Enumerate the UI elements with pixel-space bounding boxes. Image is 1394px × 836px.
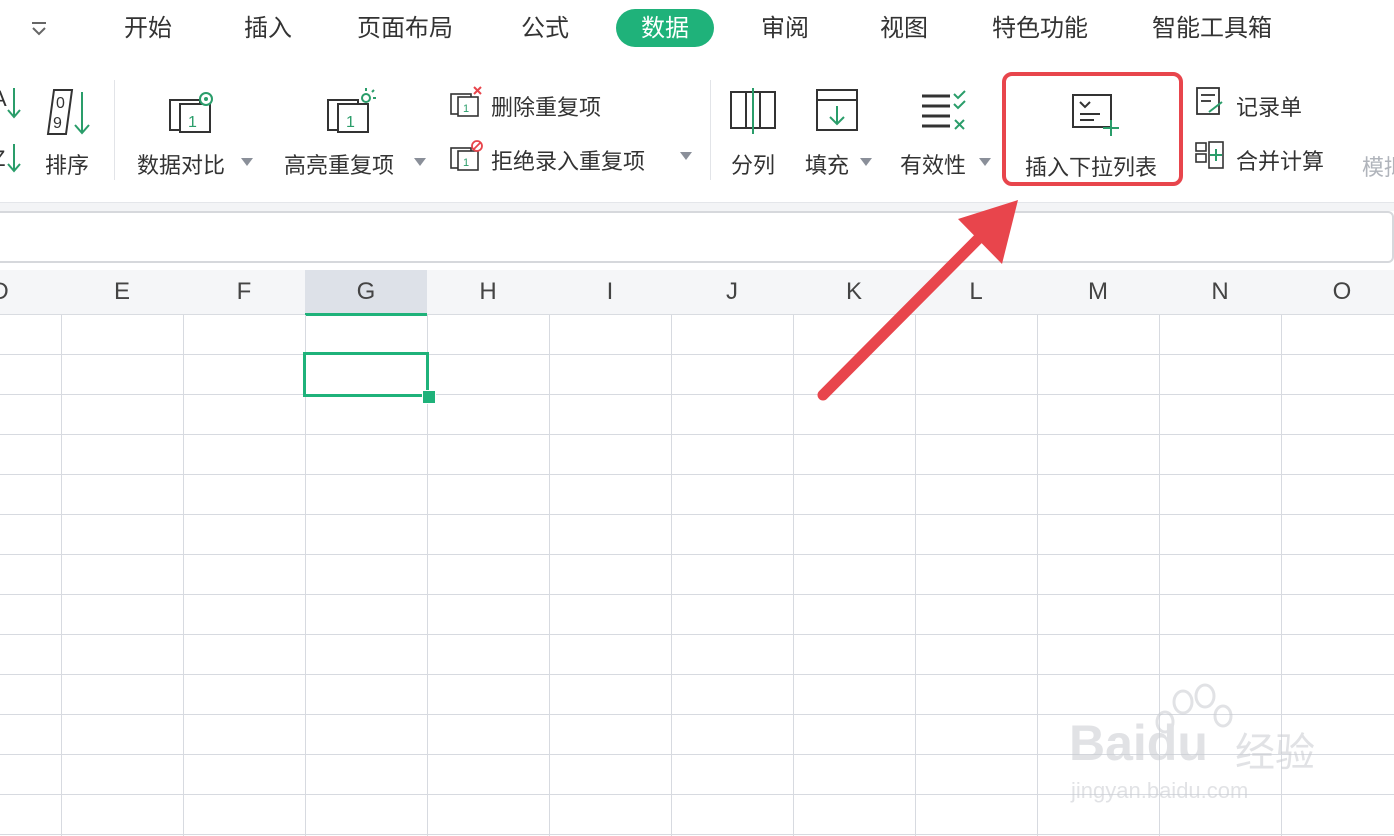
remove-duplicates-label[interactable]: 删除重复项 (491, 90, 601, 122)
column-header-d[interactable]: D (0, 270, 61, 314)
data-compare-dropdown-icon[interactable] (241, 158, 253, 166)
collapse-menu-icon[interactable] (28, 18, 50, 40)
tab-special-features[interactable]: 特色功能 (992, 9, 1088, 47)
validation-label[interactable]: 有效性 (900, 148, 966, 180)
svg-text:1: 1 (463, 157, 469, 169)
baidu-jingyan-watermark: Baidu 经验 jingyan.baidu.com (1065, 680, 1365, 810)
menu-bar: 开始 插入 页面布局 公式 数据 审阅 视图 特色功能 智能工具箱 (0, 0, 1394, 58)
column-header-e[interactable]: E (61, 270, 183, 314)
data-compare-icon[interactable]: 1 (168, 90, 220, 134)
sort-icon-digit-bottom: 9 (53, 115, 62, 132)
fill-label[interactable]: 填充 (805, 148, 849, 180)
svg-text:1: 1 (463, 103, 469, 115)
split-column-icon[interactable] (729, 88, 779, 134)
sort-label[interactable]: 排序 (45, 148, 89, 180)
simulate-label-truncated[interactable]: 模拟 (1362, 150, 1394, 182)
formula-input[interactable] (0, 211, 1394, 263)
column-header-n[interactable]: N (1159, 270, 1281, 314)
column-header-k[interactable]: K (793, 270, 915, 314)
column-header-j[interactable]: J (671, 270, 793, 314)
ribbon-divider (710, 80, 711, 180)
fill-dropdown-icon[interactable] (860, 158, 872, 166)
ribbon-divider (114, 80, 115, 180)
highlight-annotation-box (1002, 72, 1183, 186)
tab-smart-toolbox[interactable]: 智能工具箱 (1152, 9, 1272, 47)
column-header-row: D E F G H I J K L M N O (0, 270, 1394, 316)
reject-duplicates-icon[interactable]: 1 (450, 140, 484, 172)
consolidate-icon[interactable] (1195, 140, 1227, 172)
remove-duplicates-icon[interactable]: 1 (450, 86, 484, 118)
column-header-i[interactable]: I (549, 270, 671, 314)
sort-icon[interactable]: 0 9 (44, 86, 94, 138)
validation-dropdown-icon[interactable] (979, 158, 991, 166)
tab-formulas[interactable]: 公式 (521, 9, 569, 47)
tab-home[interactable]: 开始 (124, 9, 172, 47)
consolidate-label[interactable]: 合并计算 (1236, 144, 1324, 176)
watermark-suffix: 经验 (1235, 731, 1315, 775)
split-column-label[interactable]: 分列 (731, 148, 775, 180)
formula-bar-strip (0, 203, 1394, 211)
highlight-duplicates-dropdown-icon[interactable] (414, 158, 426, 166)
fill-icon[interactable] (815, 88, 861, 134)
watermark-brand: Baidu (1069, 715, 1208, 771)
watermark-url: jingyan.baidu.com (1071, 778, 1249, 803)
svg-text:A: A (0, 86, 7, 111)
tab-page-layout[interactable]: 页面布局 (357, 9, 453, 47)
tab-data[interactable]: 数据 (616, 9, 714, 47)
column-header-g[interactable]: G (305, 270, 427, 316)
data-compare-label[interactable]: 数据对比 (137, 148, 225, 180)
column-header-m[interactable]: M (1037, 270, 1159, 314)
sort-icon-digit-top: 0 (56, 95, 65, 112)
svg-text:1: 1 (346, 114, 355, 131)
tab-review[interactable]: 审阅 (761, 9, 809, 47)
column-header-f[interactable]: F (183, 270, 305, 314)
highlight-duplicates-label[interactable]: 高亮重复项 (284, 148, 394, 180)
fill-handle[interactable] (422, 390, 436, 404)
column-header-o[interactable]: O (1281, 270, 1394, 314)
record-form-icon[interactable] (1195, 86, 1225, 118)
sort-asc-desc-icon[interactable]: A Z (0, 82, 26, 178)
reject-duplicates-label[interactable]: 拒绝录入重复项 (491, 144, 645, 176)
tab-insert[interactable]: 插入 (244, 9, 292, 47)
column-header-l[interactable]: L (915, 270, 1037, 314)
validation-icon[interactable] (920, 90, 968, 134)
highlight-duplicates-icon[interactable]: 1 (326, 88, 378, 134)
reject-duplicates-dropdown-icon[interactable] (680, 152, 692, 160)
svg-text:Z: Z (0, 146, 5, 171)
data-ribbon: A Z 0 9 排序 1 数据对比 1 高亮重复项 (0, 58, 1394, 203)
svg-text:1: 1 (188, 114, 197, 131)
record-form-label[interactable]: 记录单 (1236, 90, 1302, 122)
active-cell-g2[interactable] (303, 352, 429, 397)
column-header-h[interactable]: H (427, 270, 549, 314)
tab-view[interactable]: 视图 (880, 9, 928, 47)
